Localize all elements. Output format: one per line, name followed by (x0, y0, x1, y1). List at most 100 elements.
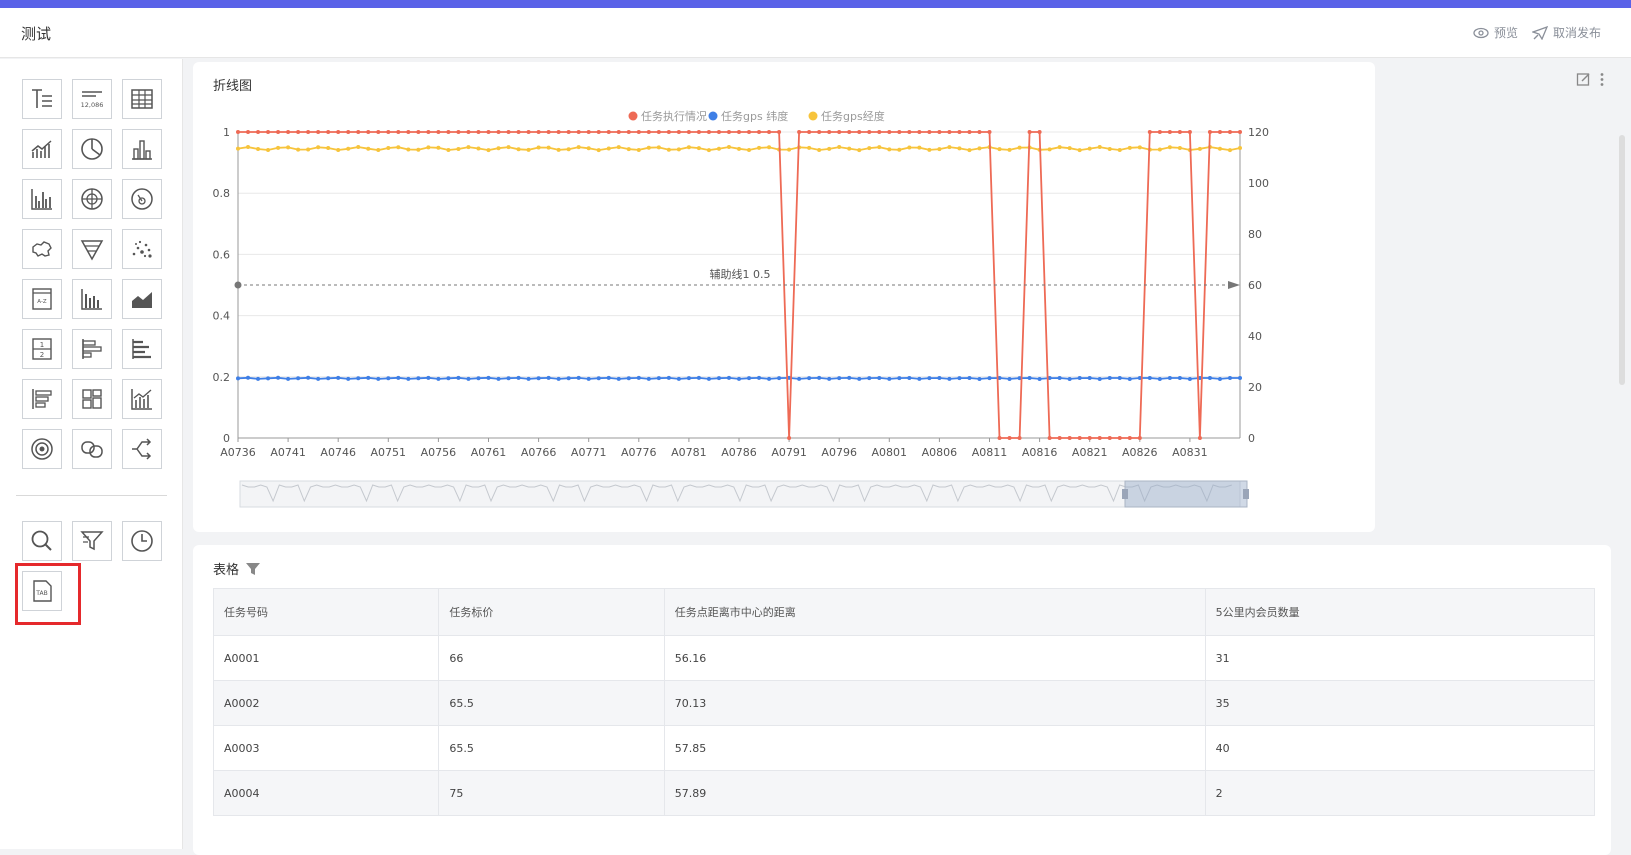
x-tick-label: A0776 (621, 446, 657, 459)
exec-point (1117, 436, 1122, 440)
map-icon (32, 241, 52, 257)
gps-lng-point (757, 145, 762, 150)
exec-point (1047, 436, 1052, 440)
radar-tool[interactable] (72, 179, 112, 219)
search-filter-tool[interactable] (22, 521, 62, 561)
table-icon (131, 89, 153, 109)
exec-point (1037, 130, 1042, 134)
gps-lng-point (696, 146, 701, 151)
table-cell: A0003 (212, 725, 440, 771)
table-title: 表格 (213, 563, 240, 578)
exec-point (807, 130, 812, 134)
filter-tool[interactable] (72, 521, 112, 561)
number-card-tool[interactable]: 12,086 (72, 79, 112, 119)
table-cell: 65.5 (438, 725, 665, 771)
column-header[interactable]: 任务标价 (438, 588, 665, 636)
table-tool[interactable] (122, 79, 162, 119)
column-header[interactable]: 任务点距离市中心的距离 (663, 588, 1206, 636)
y-right-tick-label: 20 (1248, 381, 1262, 394)
grouped-bar-tool[interactable] (22, 179, 62, 219)
gps-lng-point (396, 145, 401, 150)
column-header[interactable]: 任务号码 (212, 588, 440, 636)
gps-lng-point (1238, 146, 1242, 151)
gps-lat-point (376, 376, 381, 381)
gps-lng-point (636, 147, 641, 152)
line-chart-tool[interactable] (22, 129, 62, 169)
gps-lng-point (656, 145, 661, 150)
gps-lat-point (1177, 376, 1182, 381)
x-tick-label: A0816 (1022, 446, 1058, 459)
exec-point (987, 130, 992, 134)
ring-tool[interactable] (22, 429, 62, 469)
progress-bar-tool[interactable] (22, 379, 62, 419)
column-header[interactable]: 5公里内会员数量 (1204, 588, 1596, 636)
gps-lng-point (556, 147, 561, 152)
bar-chart-tool[interactable] (122, 129, 162, 169)
gps-lng-point (706, 148, 711, 153)
funnel-filter-icon[interactable] (245, 561, 261, 577)
sankey-tool[interactable] (122, 429, 162, 469)
exec-point (817, 130, 822, 134)
more-vertical-icon[interactable] (1599, 72, 1605, 87)
gps-lng-point (536, 145, 541, 150)
search-icon (31, 530, 52, 551)
progress-bar-icon (32, 389, 52, 409)
exec-point (847, 130, 852, 134)
stacked-bar-tool[interactable] (72, 279, 112, 319)
scatter-tool[interactable] (122, 229, 162, 269)
gps-lat-point (576, 375, 581, 380)
gps-lat-point (1037, 376, 1042, 381)
gps-lat-point (867, 376, 872, 381)
component-sidebar: 12,086 A-Z 12 TAB (0, 59, 183, 849)
gps-lng-point (426, 145, 431, 150)
x-tick-label: A0806 (922, 446, 958, 459)
table-cell: 40 (1204, 725, 1596, 771)
table-cell: 2 (1204, 770, 1596, 816)
area-chart-tool[interactable] (122, 279, 162, 319)
preview-button[interactable]: 预览 (1473, 24, 1518, 41)
pivot-tool[interactable]: 12 (22, 329, 62, 369)
pie-chart-tool[interactable] (72, 129, 112, 169)
y-left-tick-label: 0.8 (213, 187, 231, 200)
dashboard-canvas: 折线图 任务执行情况 任务gps 纬度 任务gps经度 0 0.2 0.4 0.6 0.8 1 0… (183, 59, 1631, 855)
svg-text:12,086: 12,086 (81, 101, 104, 109)
gps-lat-point (1217, 376, 1222, 381)
map-tool[interactable] (22, 229, 62, 269)
unpublish-button[interactable]: 取消发布 (1531, 24, 1601, 41)
exec-point (1227, 130, 1232, 134)
vertical-scrollbar[interactable] (1619, 135, 1625, 385)
gps-lng-point (676, 147, 681, 152)
exec-point (917, 130, 922, 134)
legend-label: 任务gps 纬度 (721, 109, 788, 123)
edit-icon[interactable] (1576, 72, 1591, 87)
horizontal-stacked-tool[interactable] (122, 329, 162, 369)
gps-lng-point (516, 147, 521, 152)
text-tool[interactable] (22, 79, 62, 119)
gps-lat-point (296, 376, 301, 381)
horizontal-bar-tool[interactable] (72, 329, 112, 369)
combo-chart-tool[interactable] (122, 379, 162, 419)
header-actions: 预览 取消发布 (1473, 24, 1601, 41)
gps-lat-point (1077, 376, 1082, 381)
gps-lng-point (957, 146, 962, 151)
gps-lng-point (326, 145, 331, 150)
line-chart-card[interactable]: 折线图 任务执行情况 任务gps 纬度 任务gps经度 0 0.2 0.4 0.6 0.8 1 0… (193, 62, 1604, 532)
funnel-tool[interactable] (72, 229, 112, 269)
legend-marker (708, 111, 718, 121)
gps-lng-point (356, 145, 361, 150)
exec-point (1207, 130, 1212, 134)
time-filter-tool[interactable] (122, 521, 162, 561)
gps-lat-point (426, 375, 431, 380)
word-cloud-tool[interactable]: A-Z (22, 279, 62, 319)
treemap-tool[interactable] (72, 379, 112, 419)
exec-point (326, 130, 331, 134)
gauge-tool[interactable] (122, 179, 162, 219)
gps-lng-point (686, 145, 691, 150)
exec-point (1017, 436, 1022, 440)
gps-lat-point (356, 376, 361, 381)
exec-point (1177, 130, 1182, 134)
gps-lat-point (406, 376, 411, 381)
overlap-tool[interactable] (72, 429, 112, 469)
x-tick-label: A0771 (571, 446, 607, 459)
table-row: A0004 75 57.89 2 (212, 770, 1596, 816)
